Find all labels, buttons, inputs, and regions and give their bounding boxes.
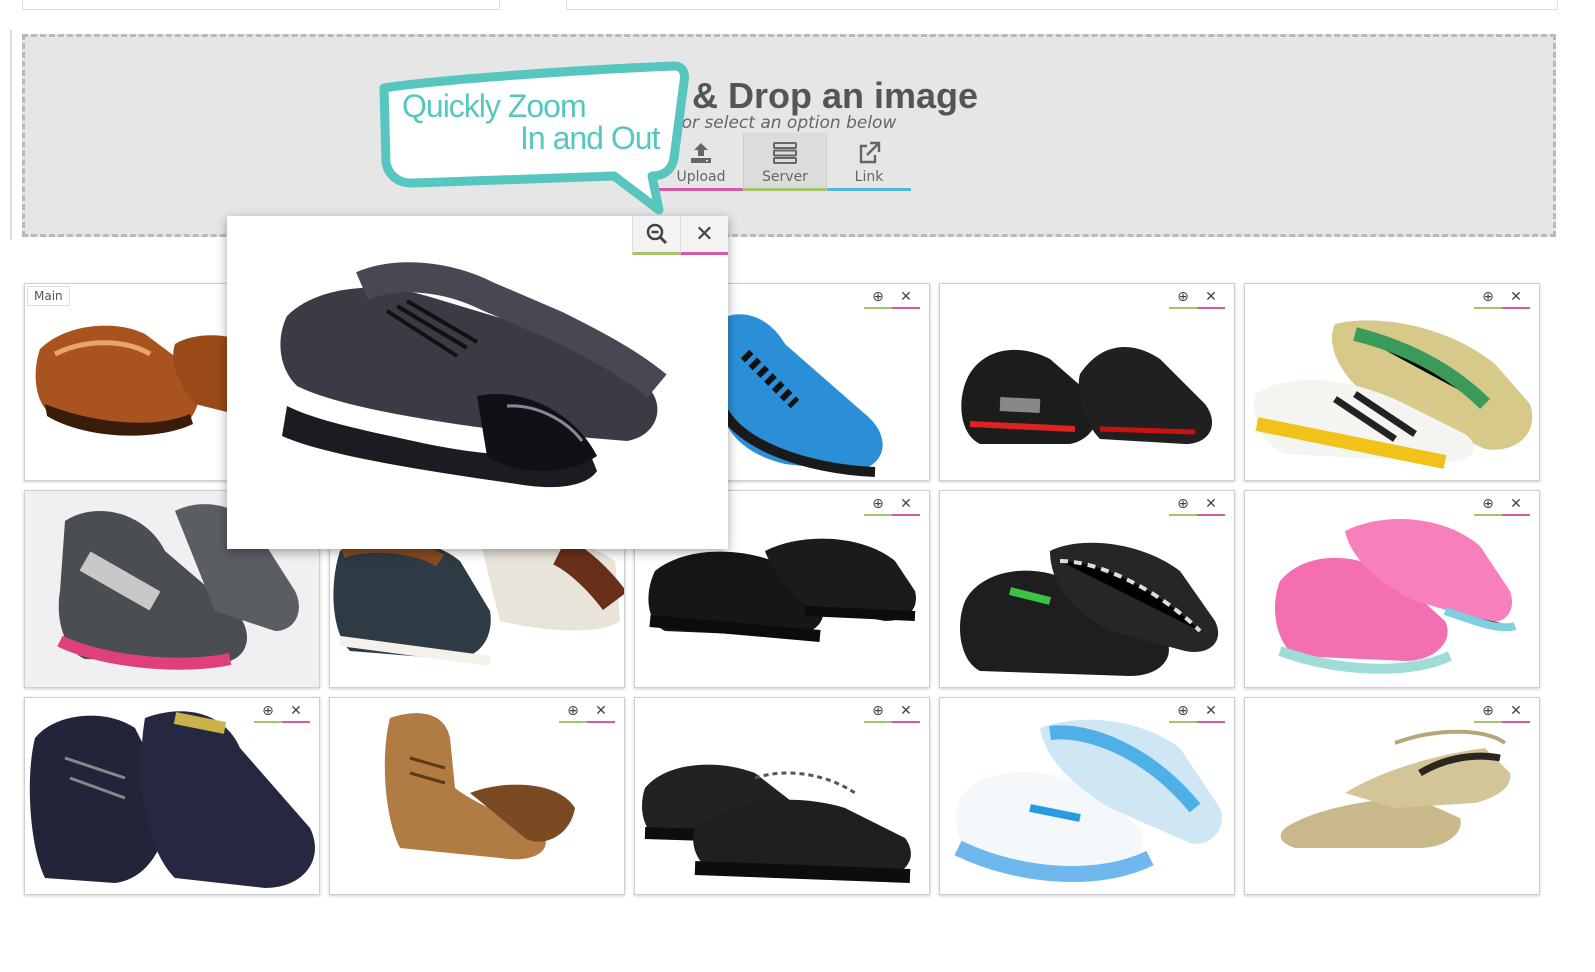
zoom-in-button[interactable]: ⊕	[864, 493, 892, 516]
delete-button[interactable]: ✕	[1197, 286, 1225, 309]
zoom-in-button[interactable]: ⊕	[864, 700, 892, 723]
zoom-in-button[interactable]: ⊕	[1169, 493, 1197, 516]
tile-actions: ⊕ ✕	[1169, 493, 1225, 516]
shoe-image	[384, 713, 575, 860]
top-field-left[interactable]	[22, 0, 500, 10]
main-badge: Main	[27, 286, 70, 306]
zoom-callout: Quickly Zoom In and Out	[374, 58, 704, 218]
shoe-image	[961, 347, 1213, 444]
zoom-in-button[interactable]: ⊕	[1474, 493, 1502, 516]
close-icon: ✕	[900, 288, 912, 305]
gallery-tile[interactable]: ⊕ ✕	[939, 697, 1235, 895]
delete-button[interactable]: ✕	[587, 700, 615, 723]
callout-line-1: Quickly Zoom	[402, 88, 587, 124]
zoom-in-icon: ⊕	[1177, 702, 1189, 719]
tile-actions: ⊕ ✕	[254, 700, 310, 723]
shoe-image	[642, 764, 911, 883]
dropzone-title: Drag & Drop an image	[599, 75, 979, 116]
delete-button[interactable]: ✕	[1197, 493, 1225, 516]
gallery-tile[interactable]: ⊕ ✕	[939, 283, 1235, 481]
delete-button[interactable]: ✕	[1502, 286, 1530, 309]
zoom-preview-popup: ✕	[227, 216, 728, 549]
tile-actions: ⊕ ✕	[1169, 700, 1225, 723]
shoe-image	[1253, 320, 1533, 469]
close-icon: ✕	[900, 702, 912, 719]
close-icon: ✕	[1510, 495, 1522, 512]
close-icon: ✕	[595, 702, 607, 719]
close-icon: ✕	[1510, 702, 1522, 719]
server-label: Server	[762, 169, 808, 185]
tile-actions: ⊕ ✕	[864, 286, 920, 309]
shoe-image	[954, 719, 1222, 882]
zoom-in-icon: ⊕	[1177, 288, 1189, 305]
tile-actions: ⊕ ✕	[1474, 700, 1530, 723]
close-icon: ✕	[290, 702, 302, 719]
zoom-in-button[interactable]: ⊕	[1474, 700, 1502, 723]
zoom-in-button[interactable]: ⊕	[1169, 700, 1197, 723]
shoe-image	[960, 542, 1219, 676]
zoom-in-button[interactable]: ⊕	[864, 286, 892, 309]
link-button[interactable]: Link	[827, 133, 911, 191]
gallery-tile[interactable]: ⊕ ✕	[329, 697, 625, 895]
zoom-in-button[interactable]: ⊕	[1169, 286, 1197, 309]
zoom-in-button[interactable]: ⊕	[1474, 286, 1502, 309]
popup-actions: ✕	[632, 216, 728, 255]
shoe-image	[29, 711, 315, 888]
delete-button[interactable]: ✕	[1502, 493, 1530, 516]
close-icon: ✕	[1205, 702, 1217, 719]
zoomed-shoe-image	[280, 262, 667, 488]
gallery-tile[interactable]: ⊕ ✕	[634, 697, 930, 895]
shoe-image	[1280, 729, 1511, 848]
delete-button[interactable]: ✕	[892, 286, 920, 309]
dropzone-subtitle: or select an option below	[681, 113, 897, 133]
zoom-in-icon: ⊕	[872, 288, 884, 305]
delete-button[interactable]: ✕	[1502, 700, 1530, 723]
close-icon: ✕	[1205, 288, 1217, 305]
delete-button[interactable]: ✕	[1197, 700, 1225, 723]
zoom-in-button[interactable]: ⊕	[559, 700, 587, 723]
gallery-tile[interactable]: ⊕ ✕	[939, 490, 1235, 688]
tile-actions: ⊕ ✕	[1474, 493, 1530, 516]
close-icon: ✕	[900, 495, 912, 512]
zoom-out-icon	[646, 223, 667, 245]
tile-actions: ⊕ ✕	[559, 700, 615, 723]
delete-button[interactable]: ✕	[892, 493, 920, 516]
server-button[interactable]: Server	[743, 133, 827, 191]
zoom-in-button[interactable]: ⊕	[254, 700, 282, 723]
image-dropzone[interactable]: Drag & Drop an image or select an option…	[22, 34, 1556, 237]
zoom-in-icon: ⊕	[1482, 495, 1494, 512]
link-label: Link	[854, 169, 884, 185]
close-popup-button[interactable]: ✕	[680, 216, 728, 255]
gallery-tile[interactable]: ⊕ ✕	[1244, 283, 1540, 481]
close-icon: ✕	[695, 221, 714, 247]
gallery-tile[interactable]: ⊕ ✕	[1244, 490, 1540, 688]
server-icon	[744, 141, 826, 165]
top-field-right[interactable]	[566, 0, 1558, 10]
tile-actions: ⊕ ✕	[1169, 286, 1225, 309]
tile-actions: ⊕ ✕	[864, 700, 920, 723]
zoom-out-button[interactable]	[632, 216, 680, 255]
external-link-icon	[827, 141, 911, 165]
gallery-tile[interactable]: ⊕ ✕	[24, 697, 320, 895]
callout-line-2: In and Out	[520, 120, 660, 156]
zoom-in-icon: ⊕	[567, 702, 579, 719]
left-edge	[0, 30, 12, 240]
zoom-in-icon: ⊕	[1482, 702, 1494, 719]
zoom-in-icon: ⊕	[1177, 495, 1189, 512]
zoom-in-icon: ⊕	[872, 495, 884, 512]
shoe-image	[1275, 519, 1517, 674]
tile-actions: ⊕ ✕	[1474, 286, 1530, 309]
zoom-in-icon: ⊕	[1482, 288, 1494, 305]
tile-actions: ⊕ ✕	[864, 493, 920, 516]
delete-button[interactable]: ✕	[892, 700, 920, 723]
delete-button[interactable]: ✕	[282, 700, 310, 723]
gallery-tile[interactable]: ⊕ ✕	[1244, 697, 1540, 895]
close-icon: ✕	[1510, 288, 1522, 305]
zoom-in-icon: ⊕	[262, 702, 274, 719]
close-icon: ✕	[1205, 495, 1217, 512]
zoom-in-icon: ⊕	[872, 702, 884, 719]
